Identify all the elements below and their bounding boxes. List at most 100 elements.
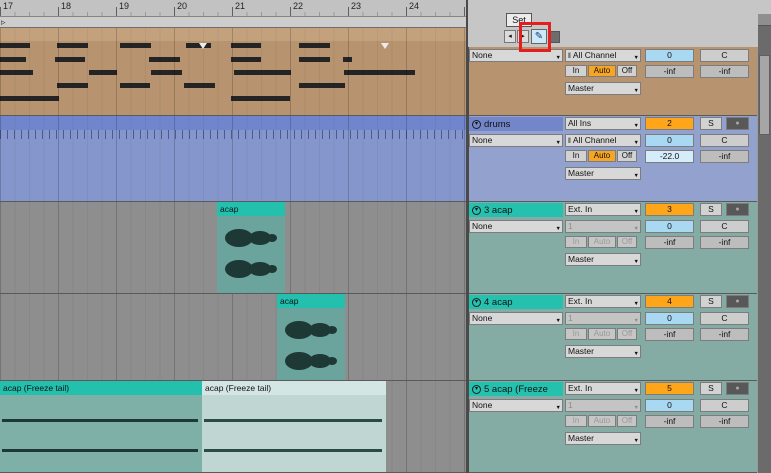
monitor-off-button[interactable]: Off: [617, 328, 637, 340]
secondary-volume-value[interactable]: -inf: [700, 150, 749, 163]
track-number-box[interactable]: 3: [645, 203, 694, 216]
volume-value[interactable]: -inf: [645, 236, 694, 249]
arm-button[interactable]: ●: [726, 117, 749, 130]
volume-value[interactable]: -inf: [645, 328, 694, 341]
volume-value[interactable]: -inf: [645, 415, 694, 428]
arrangement-track-2[interactable]: [0, 116, 466, 202]
clip-title-bar[interactable]: acap (Freeze tail): [202, 381, 386, 395]
ruler-tick: [464, 7, 465, 16]
solo-button[interactable]: S: [700, 382, 722, 395]
pan-center-value[interactable]: C: [700, 220, 749, 233]
track-name[interactable]: ▾3 acap: [469, 203, 563, 217]
scrollbar-top-button[interactable]: [758, 14, 771, 26]
monitor-in-button[interactable]: In: [565, 415, 587, 427]
pan-value[interactable]: 0: [645, 312, 694, 325]
pan-value[interactable]: 0: [645, 399, 694, 412]
input-channel-chooser[interactable]: ‖All Channel▼: [565, 134, 641, 147]
monitor-off-button[interactable]: Off: [617, 236, 637, 248]
monitor-in-button[interactable]: In: [565, 236, 587, 248]
pan-value[interactable]: 0: [645, 134, 694, 147]
monitor-off-button[interactable]: Off: [617, 415, 637, 427]
clip-waveform-area[interactable]: [217, 216, 285, 293]
arm-button[interactable]: ●: [726, 382, 749, 395]
clip-waveform-area[interactable]: [202, 395, 386, 472]
arm-button[interactable]: ●: [726, 295, 749, 308]
pan-center-value[interactable]: C: [700, 134, 749, 147]
pan-value[interactable]: 0: [645, 220, 694, 233]
clip-title-bar[interactable]: acap: [217, 202, 285, 216]
clip-title-bar[interactable]: acap: [277, 294, 345, 308]
clip-title-bar[interactable]: acap (Freeze tail): [0, 381, 202, 395]
input-type-chooser[interactable]: Ext. In▼: [565, 203, 641, 216]
solo-button[interactable]: S: [700, 295, 722, 308]
input-channel-chooser[interactable]: 1▼: [565, 399, 641, 412]
secondary-volume-value[interactable]: -inf: [700, 65, 749, 78]
timeline-ruler[interactable]: 1718192021222324: [0, 0, 466, 17]
track-number-box[interactable]: 5: [645, 382, 694, 395]
pan-center-value[interactable]: C: [700, 49, 749, 62]
device-chooser[interactable]: None▼: [469, 399, 563, 412]
track-name[interactable]: ▾4 acap: [469, 295, 563, 309]
solo-button[interactable]: S: [700, 203, 722, 216]
monitor-auto-button[interactable]: Auto: [588, 415, 616, 427]
clip-title-bar[interactable]: [0, 116, 466, 130]
monitor-auto-button[interactable]: Auto: [588, 150, 616, 162]
panel-separator: [466, 0, 469, 473]
output-chooser[interactable]: Master▼: [565, 167, 641, 180]
arm-button[interactable]: ●: [726, 203, 749, 216]
input-type-chooser[interactable]: Ext. In▼: [565, 382, 641, 395]
output-chooser[interactable]: Master▼: [565, 345, 641, 358]
solo-button[interactable]: S: [700, 117, 722, 130]
scrub-area[interactable]: ▹: [0, 17, 466, 28]
monitor-off-button[interactable]: Off: [617, 65, 637, 77]
volume-value[interactable]: -inf: [645, 65, 694, 78]
dropdown-arrow-icon: ▼: [556, 53, 561, 62]
input-channel-chooser[interactable]: ‖All Channel▼: [565, 49, 641, 62]
track-name[interactable]: ▾5 acap (Freeze: [469, 382, 563, 396]
pan-value[interactable]: 0: [645, 49, 694, 62]
dropdown-arrow-icon: ▼: [634, 86, 639, 95]
arrangement-track-4[interactable]: acap: [0, 294, 466, 381]
input-type-chooser[interactable]: All Ins▼: [565, 117, 641, 130]
device-chooser[interactable]: None▼: [469, 134, 563, 147]
track-number-box[interactable]: 2: [645, 117, 694, 130]
output-chooser[interactable]: Master▼: [565, 432, 641, 445]
input-type-chooser[interactable]: Ext. In▼: [565, 295, 641, 308]
track-name[interactable]: ▾drums: [469, 117, 563, 131]
pan-center-value[interactable]: C: [700, 399, 749, 412]
scrollbar-thumb[interactable]: [759, 55, 770, 135]
output-chooser[interactable]: Master▼: [565, 82, 641, 95]
track-title: drums: [484, 119, 510, 130]
volume-value[interactable]: -22.0: [645, 150, 694, 163]
monitor-in-button[interactable]: In: [565, 65, 587, 77]
monitor-auto-button[interactable]: Auto: [588, 328, 616, 340]
prev-arrow-button[interactable]: ◂: [504, 30, 516, 43]
monitor-auto-button[interactable]: Auto: [588, 236, 616, 248]
secondary-volume-value[interactable]: -inf: [700, 236, 749, 249]
vertical-scrollbar[interactable]: [758, 14, 771, 473]
device-chooser[interactable]: None▼: [469, 220, 563, 233]
arrangement-track-3[interactable]: acap: [0, 202, 466, 294]
monitor-auto-button[interactable]: Auto: [588, 65, 616, 77]
ruler-tick: [348, 7, 349, 16]
secondary-volume-value[interactable]: -inf: [700, 415, 749, 428]
monitor-off-button[interactable]: Off: [617, 150, 637, 162]
secondary-volume-value[interactable]: -inf: [700, 328, 749, 341]
input-channel-chooser[interactable]: 1▼: [565, 312, 641, 325]
arrangement-track-5[interactable]: acap (Freeze tail)acap (Freeze tail): [0, 381, 466, 473]
arrangement-track-1[interactable]: [0, 28, 466, 116]
ruler-label: 17: [3, 1, 13, 11]
device-chooser[interactable]: None▼: [469, 312, 563, 325]
input-channel-chooser[interactable]: 1▼: [565, 220, 641, 233]
clip-title-bar[interactable]: [0, 28, 466, 41]
clip-waveform-area[interactable]: [0, 395, 202, 472]
clip-waveform-area[interactable]: [277, 308, 345, 380]
track-number-box[interactable]: 4: [645, 295, 694, 308]
monitor-in-button[interactable]: In: [565, 328, 587, 340]
pan-center-value[interactable]: C: [700, 312, 749, 325]
midi-note: [299, 57, 330, 62]
monitor-in-button[interactable]: In: [565, 150, 587, 162]
output-chooser[interactable]: Master▼: [565, 253, 641, 266]
midi-note: [57, 43, 88, 48]
midi-note: [149, 57, 180, 62]
